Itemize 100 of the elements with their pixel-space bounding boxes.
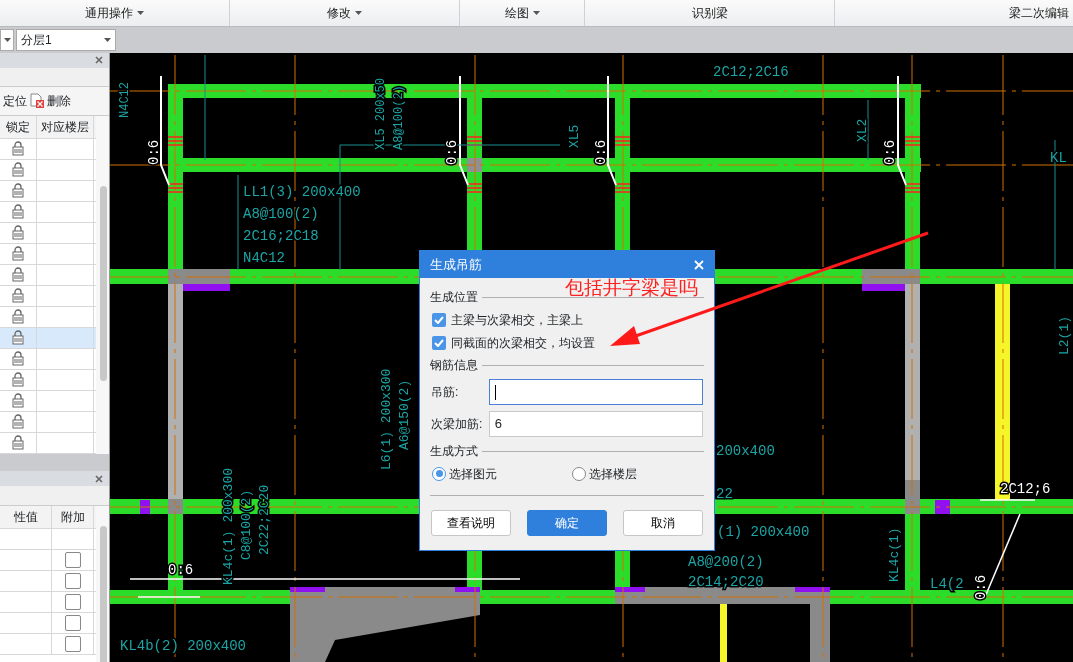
checkbox[interactable] [64,635,81,652]
layer-dropdown[interactable]: 分层1 [16,29,116,51]
table-row[interactable] [0,285,96,307]
input-field[interactable]: 6 [488,411,703,437]
table-row[interactable] [0,243,96,265]
lock-icon [11,204,25,220]
beam-label: LL1(3) 200x400 [243,184,361,200]
checkbox[interactable] [64,551,81,568]
caret-icon [3,38,11,42]
checkbox[interactable] [64,572,81,589]
beam-label: XL2 [855,118,870,142]
beam-label: A6@150(2) [397,379,412,450]
checkbox[interactable] [432,335,446,350]
beam-label: KL [1050,150,1067,166]
beam-label: 2C14;2C20 [688,574,764,590]
table-row[interactable] [0,159,96,181]
lock-icon [11,225,25,241]
table-row[interactable] [0,411,96,433]
column-header: 性值 [0,505,52,528]
field-label: 吊筋: [431,384,460,401]
close-icon [694,259,704,270]
caret-icon [104,38,111,42]
close-icon [95,56,103,65]
dimension-label: 0:6 [444,139,460,165]
dialog-button[interactable]: 查看说明 [431,510,511,536]
toolbar-button[interactable]: 删除 [30,91,71,110]
column-header: 锁定 [0,115,37,138]
beam-label: XL5 200x50 [374,78,388,150]
dimension-label: 0:6 [973,574,989,600]
table-row[interactable] [0,180,96,202]
lock-icon [11,246,25,262]
beam-label: N4C12 [243,250,285,266]
beam-label: XL5 [567,124,582,148]
section-title: 生成方式 [430,443,478,460]
beam-label: L6(1) 200x300 [379,368,394,470]
toolbar-menu[interactable]: 梁二次编辑 [835,0,1073,26]
close-icon [95,474,103,483]
lock-icon [11,288,25,304]
beam-label: KL4b(2) 200x400 [120,638,247,654]
field-label: 次梁加筋: [431,416,484,433]
checkbox[interactable] [64,614,81,631]
lock-icon [11,372,25,388]
table-row[interactable] [0,264,96,286]
scrollbar[interactable] [96,505,109,662]
radio-button[interactable] [432,466,446,481]
table-row[interactable] [0,432,96,454]
dimension-label: 0:6 [146,139,162,165]
dialog-title-bar: 生成吊筋 [420,251,714,278]
table-row[interactable] [0,390,96,412]
toolbar-button[interactable]: 定位 [3,91,27,110]
input-field[interactable] [488,379,703,405]
dropdown[interactable] [0,29,14,51]
lock-icon [11,183,25,199]
beam-label: A8@200(2) [688,554,764,570]
delete-icon [30,93,44,109]
table-row[interactable] [0,306,96,328]
toolbar-menu[interactable]: 通用操作 [0,0,230,26]
beam-label: (1) 200x400 [717,524,810,540]
table-row[interactable] [0,327,96,349]
beam-label: KL4c(1) [887,527,902,582]
beam-label: L2(1) [1057,316,1072,355]
checkbox-label: 主梁与次梁相交，主梁上 [451,311,583,329]
table-row[interactable] [0,201,96,223]
dimension-label: 0:6 [593,139,609,165]
beam-label: 200x400 [716,443,775,459]
lock-icon [11,351,25,367]
beam-label: KL4c(1) 200x300 [221,467,236,585]
table-row[interactable] [0,138,96,160]
ok-button[interactable]: 确定 [527,510,607,536]
column-header: 附加 [52,505,94,528]
radio-label: 选择楼层 [589,465,637,483]
radio-button[interactable] [572,466,586,481]
dialog-button[interactable]: 取消 [623,510,703,536]
radio-label: 选择图元 [449,465,497,483]
beam-label: L4(2 [930,576,964,592]
lock-icon [11,141,25,157]
beam-label: A8@100(2) [392,85,406,150]
lock-icon [11,414,25,430]
beam-label: N4C12 [118,82,132,118]
lock-icon [11,393,25,409]
lock-icon [11,330,25,346]
checkbox[interactable] [432,312,446,327]
toolbar-menu[interactable]: 识别梁 [585,0,835,26]
toolbar-menu[interactable]: 修改 [230,0,460,26]
dimension-label: 0:6 [882,139,898,165]
checkbox-label: 同截面的次梁相交，均设置 [451,334,595,352]
table-row[interactable] [0,348,96,370]
lock-icon [11,309,25,325]
table-row[interactable] [0,369,96,391]
beam-label: 22 [716,486,733,502]
column-header: 对应楼层 [37,115,94,138]
beam-label: 2C22;2C20 [257,484,272,555]
toolbar-menu[interactable]: 绘图 [460,0,585,26]
lock-icon [11,162,25,178]
scrollbar[interactable] [96,115,109,454]
table-row[interactable] [0,222,96,244]
checkbox[interactable] [64,593,81,610]
lock-icon [11,435,25,451]
beam-label: C8@100(2) [239,489,254,560]
lock-icon [11,267,25,283]
